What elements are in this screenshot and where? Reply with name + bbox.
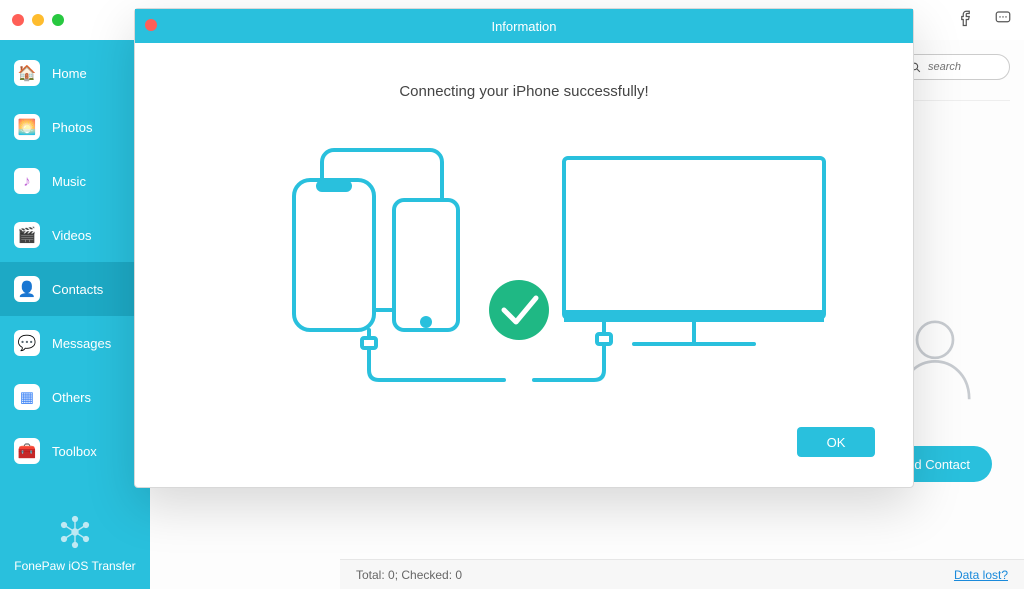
videos-icon: 🎬	[14, 222, 40, 248]
sidebar-item-toolbox[interactable]: 🧰 Toolbox	[0, 424, 150, 478]
facebook-icon[interactable]	[958, 9, 976, 32]
dialog-message: Connecting your iPhone successfully!	[165, 83, 883, 100]
brand: FonePaw iOS Transfer	[0, 515, 150, 573]
sidebar-item-label: Messages	[52, 336, 111, 351]
window-controls	[12, 14, 64, 26]
sidebar-item-others[interactable]: ▦ Others	[0, 370, 150, 424]
sidebar-item-label: Home	[52, 66, 87, 81]
sidebar-list: 🏠 Home 🌅 Photos ♪ Music 🎬 Videos 👤 Conta…	[0, 40, 150, 478]
dialog-body: Connecting your iPhone successfully!	[135, 43, 913, 487]
home-icon: 🏠	[14, 60, 40, 86]
ok-button[interactable]: OK	[797, 427, 875, 457]
sidebar-item-home[interactable]: 🏠 Home	[0, 46, 150, 100]
sidebar-item-messages[interactable]: 💬 Messages	[0, 316, 150, 370]
music-icon: ♪	[14, 168, 40, 194]
sidebar-item-videos[interactable]: 🎬 Videos	[0, 208, 150, 262]
photos-icon: 🌅	[14, 114, 40, 140]
dialog-close-button[interactable]	[145, 19, 157, 31]
information-dialog: Information Connecting your iPhone succe…	[134, 8, 914, 488]
status-bar: Total: 0; Checked: 0 Data lost?	[340, 559, 1024, 589]
feedback-icon[interactable]	[994, 9, 1012, 32]
dialog-title: Information	[491, 19, 556, 34]
dialog-titlebar: Information	[135, 9, 913, 43]
sidebar: 🏠 Home 🌅 Photos ♪ Music 🎬 Videos 👤 Conta…	[0, 40, 150, 589]
sidebar-item-photos[interactable]: 🌅 Photos	[0, 100, 150, 154]
window-maximize-button[interactable]	[52, 14, 64, 26]
titlebar-right	[958, 0, 1012, 40]
sidebar-item-label: Photos	[52, 120, 92, 135]
search-input[interactable]	[928, 61, 998, 73]
data-lost-link[interactable]: Data lost?	[954, 568, 1008, 582]
window-close-button[interactable]	[12, 14, 24, 26]
sidebar-item-label: Contacts	[52, 282, 103, 297]
window-minimize-button[interactable]	[32, 14, 44, 26]
sidebar-item-label: Music	[52, 174, 86, 189]
content-toolbar	[900, 54, 1010, 80]
status-count-label: Total: 0; Checked: 0	[356, 568, 462, 582]
others-icon: ▦	[14, 384, 40, 410]
contacts-icon: 👤	[14, 276, 40, 302]
sidebar-item-label: Toolbox	[52, 444, 97, 459]
search-field[interactable]	[900, 54, 1010, 80]
sidebar-item-label: Others	[52, 390, 91, 405]
toolbox-icon: 🧰	[14, 438, 40, 464]
sidebar-item-contacts[interactable]: 👤 Contacts	[0, 262, 150, 316]
brand-label: FonePaw iOS Transfer	[14, 559, 135, 573]
messages-icon: 💬	[14, 330, 40, 356]
sidebar-item-label: Videos	[52, 228, 92, 243]
sidebar-item-music[interactable]: ♪ Music	[0, 154, 150, 208]
brand-logo-icon	[58, 515, 92, 549]
connection-illustration	[165, 130, 883, 390]
